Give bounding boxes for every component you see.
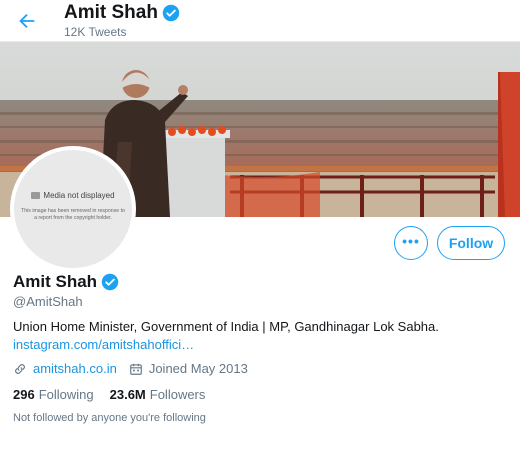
profile-bio: Union Home Minister, Government of India… xyxy=(13,319,439,334)
calendar-icon xyxy=(129,363,142,375)
profile-name-row: Amit Shah xyxy=(13,272,119,292)
media-description: This image has been removed in response … xyxy=(21,208,125,221)
following-label: Following xyxy=(38,387,94,402)
verified-badge-icon xyxy=(162,4,180,22)
joined-date: Joined May 2013 xyxy=(148,361,248,376)
follow-stats: 296 Following 23.6M Followers xyxy=(13,387,221,402)
media-not-displayed-placeholder: Media not displayed This image has been … xyxy=(14,150,132,268)
back-button[interactable] xyxy=(14,8,40,34)
bio-instagram-link[interactable]: instagram.com/amitshahoffici… xyxy=(13,337,194,352)
media-title: Media not displayed xyxy=(43,191,115,200)
following-stat[interactable]: 296 Following xyxy=(13,387,94,402)
media-title-row: Media not displayed xyxy=(14,191,132,200)
arrow-left-icon xyxy=(19,13,35,29)
profile-meta: amitshah.co.in Joined May 2013 xyxy=(13,361,248,376)
profile-header: Amit Shah 12K Tweets xyxy=(0,0,520,42)
tweet-count: 12K Tweets xyxy=(64,25,127,39)
follow-button[interactable]: Follow xyxy=(437,226,505,260)
more-options-button[interactable]: ••• xyxy=(394,226,428,260)
verified-badge-icon xyxy=(101,273,119,291)
header-name-row: Amit Shah xyxy=(64,2,180,24)
avatar[interactable]: Media not displayed This image has been … xyxy=(10,146,136,272)
website-link[interactable]: amitshah.co.in xyxy=(33,361,117,376)
following-count: 296 xyxy=(13,387,35,402)
link-icon xyxy=(15,363,25,374)
image-icon xyxy=(31,192,41,199)
followers-label: Followers xyxy=(149,387,206,402)
followed-by-note: Not followed by anyone you're following xyxy=(13,412,206,424)
followers-stat[interactable]: 23.6M Followers xyxy=(110,387,206,402)
followers-count: 23.6M xyxy=(109,387,146,402)
header-name: Amit Shah xyxy=(64,2,158,23)
profile-handle: @AmitShah xyxy=(13,294,83,309)
profile-name: Amit Shah xyxy=(13,272,98,291)
